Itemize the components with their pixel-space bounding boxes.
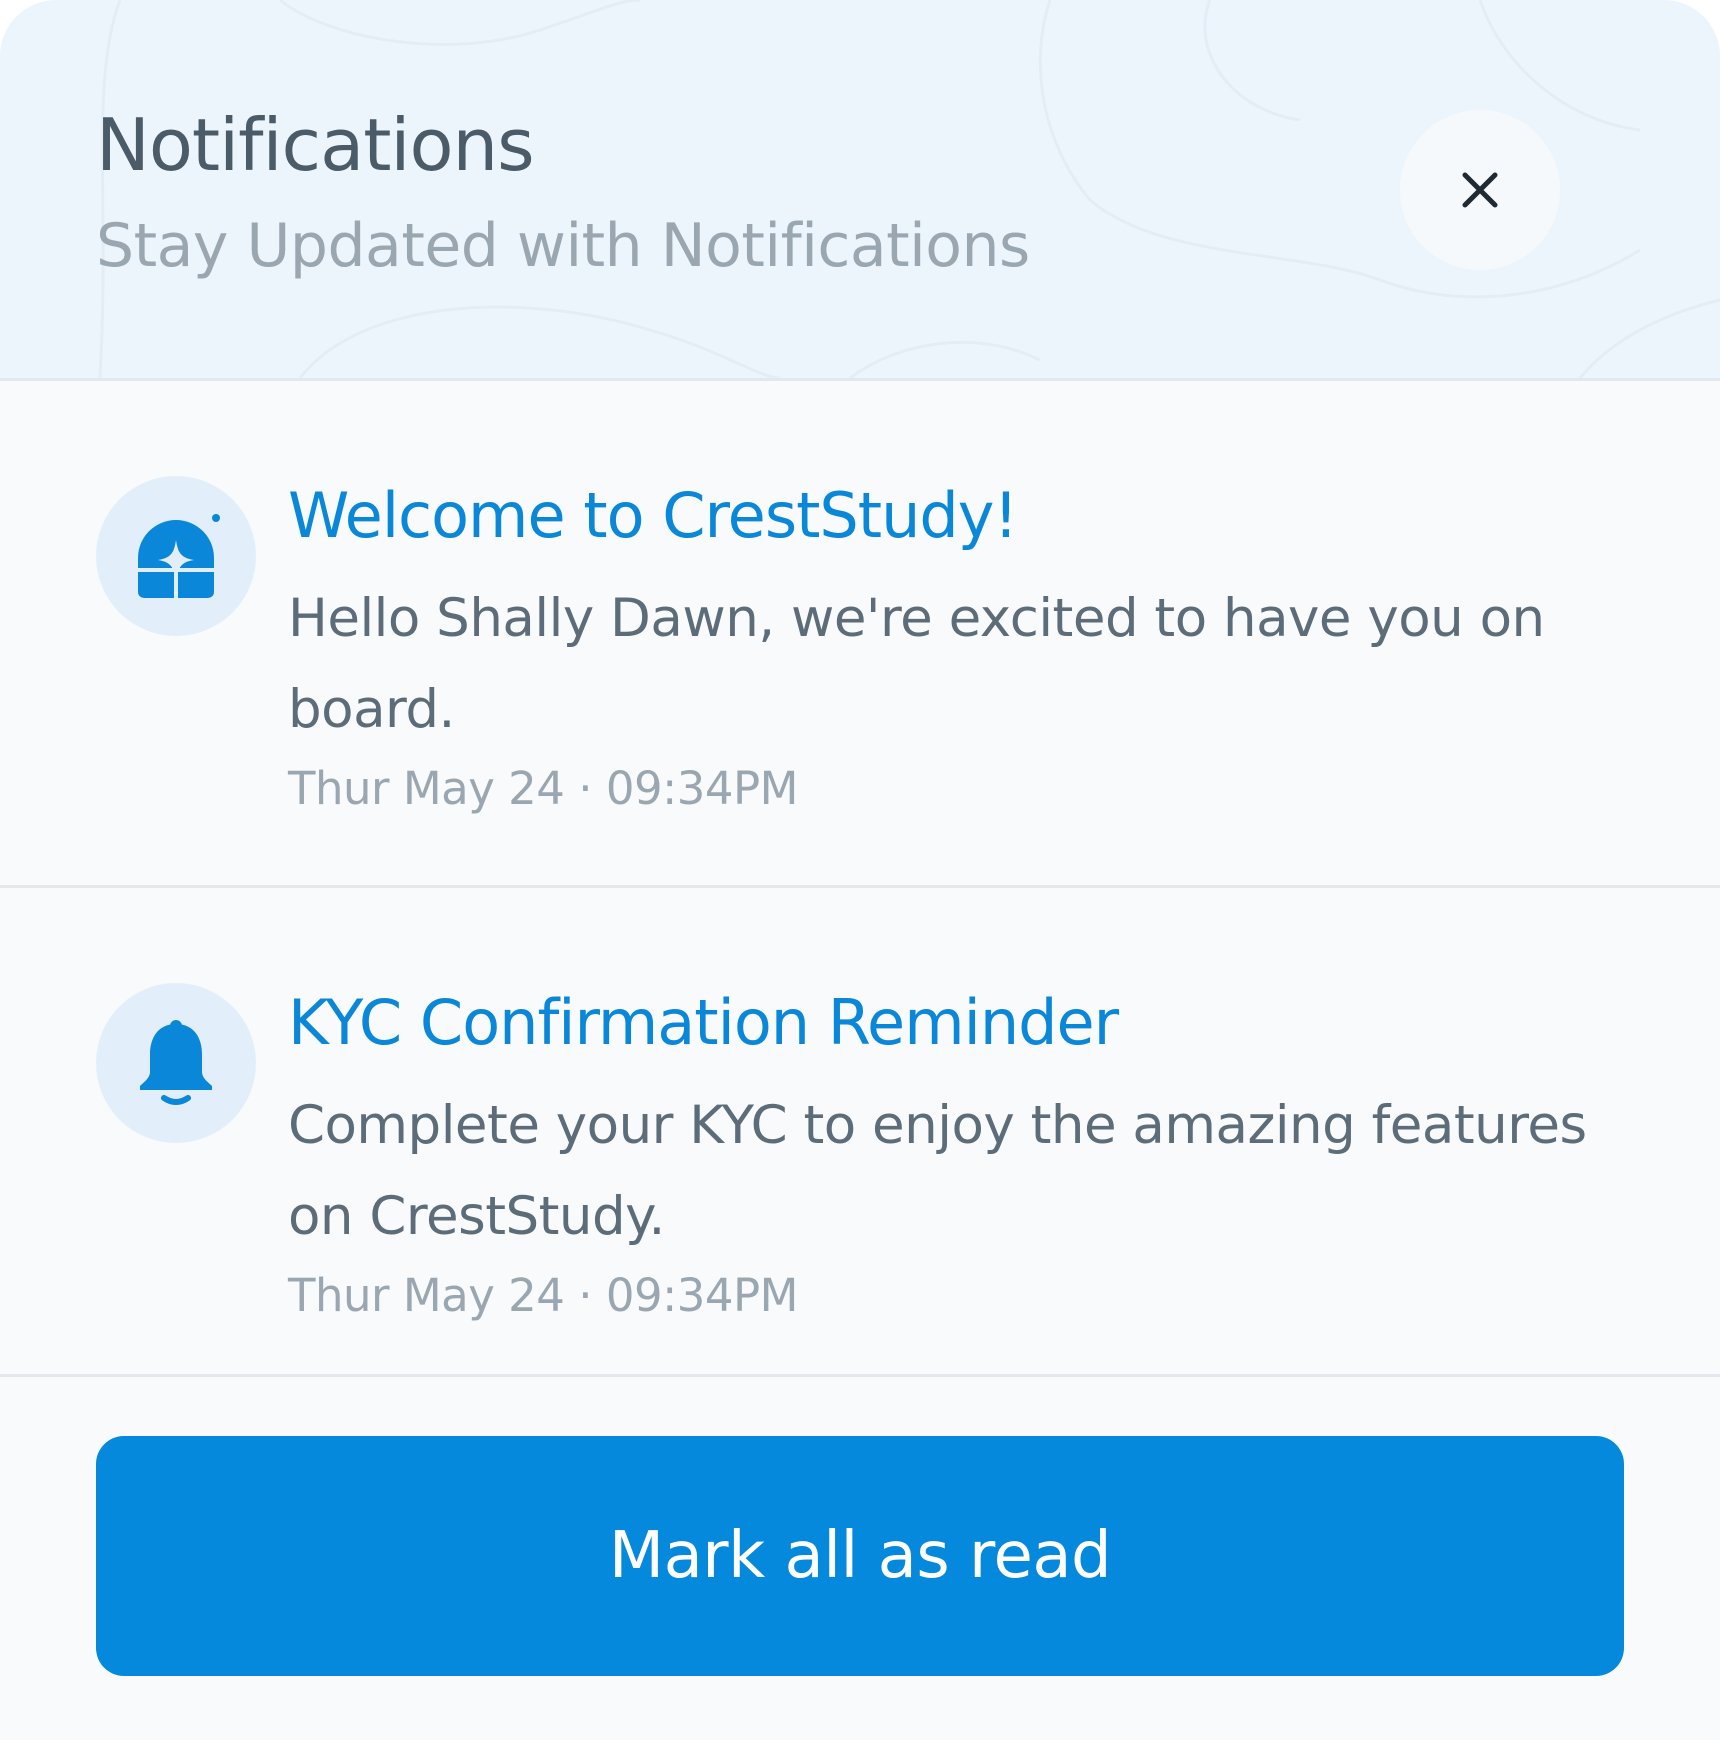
notification-timestamp: Thur May 24 · 09:34PM: [288, 762, 799, 815]
notification-body: Complete your KYC to enjoy the amazing f…: [288, 1095, 1587, 1247]
notifications-panel: Notifications Stay Updated with Notifica…: [0, 0, 1720, 1740]
notification-icon-circle: [96, 476, 256, 636]
notification-title: KYC Confirmation Reminder: [288, 986, 1119, 1059]
page-title: Notifications: [96, 103, 535, 187]
close-button[interactable]: [1400, 110, 1560, 270]
bell-icon: [140, 1020, 212, 1105]
notification-body: Hello Shally Dawn, we're excited to have…: [288, 588, 1545, 740]
sparkle-house-icon: [138, 514, 220, 598]
notification-icon-circle: [96, 983, 256, 1143]
notification-title: Welcome to CrestStudy!: [288, 479, 1018, 552]
panel-header: Notifications Stay Updated with Notifica…: [0, 0, 1720, 381]
notification-item[interactable]: KYC Confirmation Reminder Complete your …: [0, 888, 1720, 1377]
close-icon: [1462, 172, 1498, 208]
notification-item[interactable]: Welcome to CrestStudy! Hello Shally Dawn…: [0, 381, 1720, 888]
page-subtitle: Stay Updated with Notifications: [96, 211, 1030, 281]
mark-all-as-read-button[interactable]: Mark all as read: [96, 1436, 1624, 1676]
notification-timestamp: Thur May 24 · 09:34PM: [288, 1269, 799, 1322]
